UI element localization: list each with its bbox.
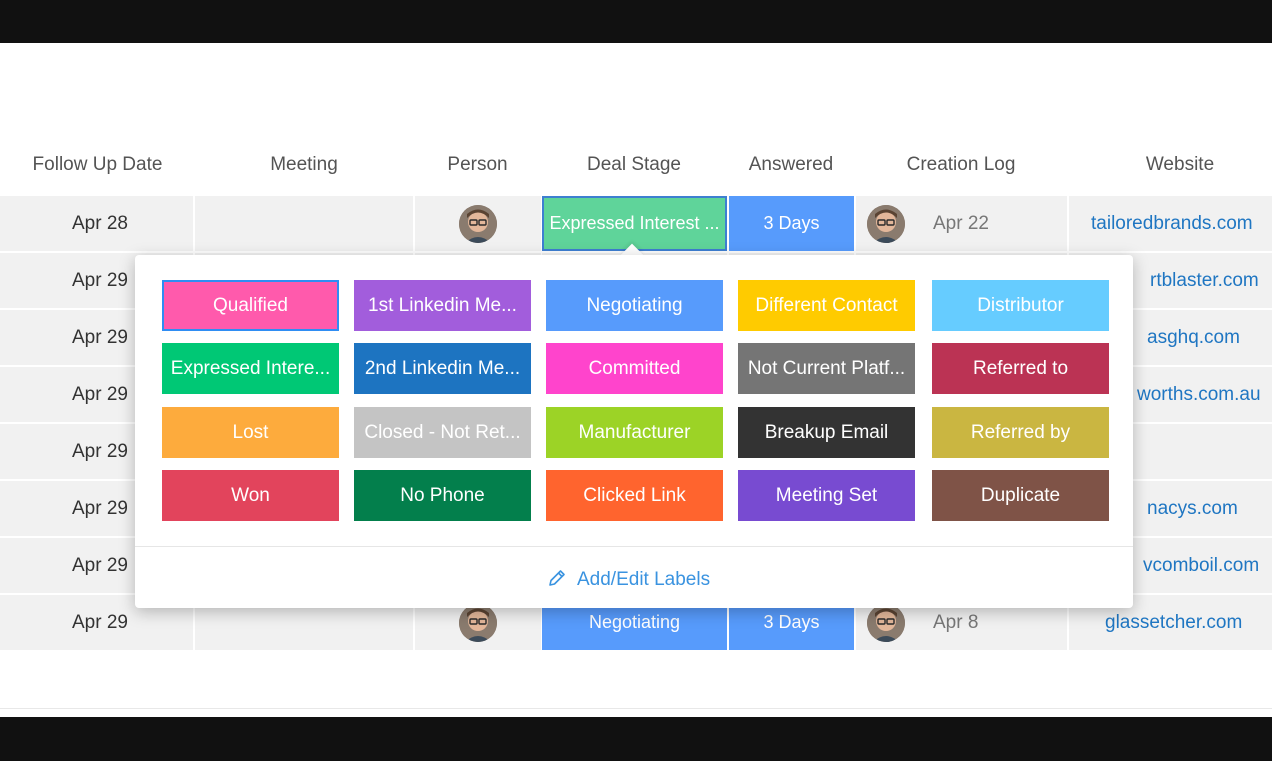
follow-up-date: Apr 29 <box>72 327 128 348</box>
answered-status[interactable]: 3 Days <box>729 196 854 251</box>
person-avatar-icon[interactable] <box>459 604 497 642</box>
label-option[interactable]: 1st Linkedin Me... <box>354 280 531 331</box>
table-row: Apr 28 Expressed Interest ... 3 Days Apr 22… <box>0 196 1272 253</box>
column-header[interactable]: Person <box>430 152 525 178</box>
follow-up-date: Apr 29 <box>72 441 128 462</box>
website-link[interactable]: nacys.com <box>1147 481 1238 536</box>
deal-stage-status[interactable]: Expressed Interest ... <box>542 196 727 251</box>
label-option[interactable]: Meeting Set <box>738 470 915 521</box>
follow-up-date: Apr 29 <box>72 612 128 633</box>
column-header[interactable]: Meeting <box>238 152 370 178</box>
follow-up-date: Apr 29 <box>72 498 128 519</box>
follow-up-date: Apr 28 <box>72 213 128 234</box>
website-link[interactable]: rtblaster.com <box>1150 253 1259 308</box>
column-header[interactable]: Creation Log <box>885 152 1037 178</box>
follow-up-date: Apr 29 <box>72 270 128 291</box>
add-edit-labels-text: Add/Edit Labels <box>577 569 711 590</box>
column-header[interactable]: Follow Up Date <box>20 152 175 178</box>
label-option[interactable]: Won <box>162 470 339 521</box>
status-label-picker: Qualified 1st Linkedin Me... Negotiating Di… <box>135 255 1133 608</box>
label-option[interactable]: Not Current Platf... <box>738 343 915 394</box>
label-option[interactable]: No Phone <box>354 470 531 521</box>
label-option[interactable]: Breakup Email <box>738 407 915 458</box>
column-header[interactable]: Answered <box>735 152 847 178</box>
follow-up-date: Apr 29 <box>72 384 128 405</box>
popup-divider <box>135 546 1133 547</box>
column-header[interactable]: Website <box>1095 152 1265 178</box>
label-option[interactable]: Different Contact <box>738 280 915 331</box>
website-link[interactable]: vcomboil.com <box>1143 538 1259 593</box>
add-edit-labels-button[interactable]: Add/Edit Labels <box>547 567 710 593</box>
label-option[interactable]: Distributor <box>932 280 1109 331</box>
creation-log-date: Apr 22 <box>933 213 989 234</box>
creator-avatar-icon <box>867 604 905 642</box>
website-link[interactable]: tailoredbrands.com <box>1091 196 1253 251</box>
table-cell[interactable] <box>195 196 413 251</box>
label-option[interactable]: Closed - Not Ret... <box>354 407 531 458</box>
label-option[interactable]: 2nd Linkedin Me... <box>354 343 531 394</box>
label-option[interactable]: Expressed Intere... <box>162 343 339 394</box>
label-option[interactable]: Referred by <box>932 407 1109 458</box>
label-option[interactable]: Negotiating <box>546 280 723 331</box>
bottom-letterbox-bar <box>0 717 1272 761</box>
label-option[interactable]: Duplicate <box>932 470 1109 521</box>
label-option[interactable]: Manufacturer <box>546 407 723 458</box>
pencil-icon <box>549 570 565 586</box>
label-option[interactable]: Lost <box>162 407 339 458</box>
person-avatar-icon[interactable] <box>459 205 497 243</box>
creator-avatar-icon <box>867 205 905 243</box>
column-header[interactable]: Deal Stage <box>570 152 698 178</box>
top-letterbox-bar <box>0 0 1272 43</box>
website-link[interactable]: worths.com.au <box>1137 367 1261 422</box>
label-option[interactable]: Committed <box>546 343 723 394</box>
label-option[interactable]: Clicked Link <box>546 470 723 521</box>
website-link[interactable]: asghq.com <box>1147 310 1240 365</box>
label-option[interactable]: Qualified <box>162 280 339 331</box>
follow-up-date: Apr 29 <box>72 555 128 576</box>
table-bottom-divider <box>0 708 1272 709</box>
label-option[interactable]: Referred to <box>932 343 1109 394</box>
